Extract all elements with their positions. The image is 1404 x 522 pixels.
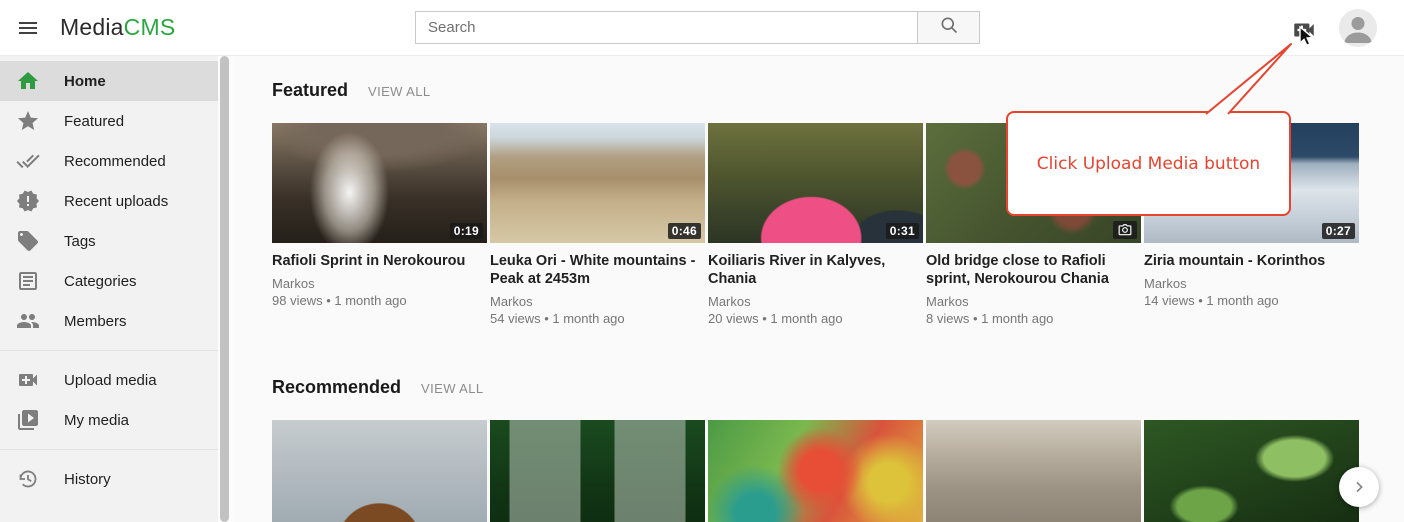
media-title[interactable]: Old bridge close to Rafioli sprint, Nero… bbox=[926, 252, 1141, 288]
home-icon bbox=[16, 69, 40, 93]
sidebar-item-label: Categories bbox=[64, 273, 137, 290]
video-thumbnail[interactable]: 0:46 bbox=[490, 123, 705, 243]
members-icon bbox=[16, 309, 40, 333]
media-card[interactable]: 0:46 Leuka Ori - White mountains - Peak … bbox=[490, 123, 705, 326]
video-thumbnail[interactable]: 0:31 bbox=[708, 123, 923, 243]
sidebar-item-home[interactable]: Home bbox=[0, 61, 218, 101]
sidebar-item-label: Recent uploads bbox=[64, 193, 168, 210]
media-card[interactable]: 0:19 Rafioli Sprint in Nerokourou Markos… bbox=[272, 123, 487, 326]
my-media-icon bbox=[16, 408, 40, 432]
sidebar-item-categories[interactable]: Categories bbox=[0, 261, 218, 301]
sidebar-item-label: Upload media bbox=[64, 372, 157, 389]
media-card[interactable]: 0:31 Koiliaris River in Kalyves, Chania … bbox=[708, 123, 923, 326]
video-thumbnail[interactable] bbox=[1144, 420, 1359, 522]
sidebar-item-tags[interactable]: Tags bbox=[0, 221, 218, 261]
recommended-grid bbox=[272, 420, 1359, 522]
media-title[interactable]: Koiliaris River in Kalyves, Chania bbox=[708, 252, 923, 288]
sidebar-item-recommended[interactable]: Recommended bbox=[0, 141, 218, 181]
video-thumbnail[interactable] bbox=[490, 420, 705, 522]
tutorial-callout: Click Upload Media button bbox=[1006, 111, 1291, 216]
media-title[interactable]: Ziria mountain - Korinthos bbox=[1144, 252, 1359, 270]
media-meta: 98 views • 1 month ago bbox=[272, 293, 487, 308]
media-title[interactable]: Leuka Ori - White mountains - Peak at 24… bbox=[490, 252, 705, 288]
camera-icon bbox=[1113, 221, 1137, 239]
sidebar-item-label: Tags bbox=[64, 233, 96, 250]
sidebar-item-my-media[interactable]: My media bbox=[0, 400, 218, 440]
media-meta: 20 views • 1 month ago bbox=[708, 311, 923, 326]
search-button[interactable] bbox=[917, 11, 980, 44]
media-author[interactable]: Markos bbox=[490, 294, 705, 309]
media-author[interactable]: Markos bbox=[272, 276, 487, 291]
sidebar-item-label: My media bbox=[64, 412, 129, 429]
view-all-featured-link[interactable]: VIEW ALL bbox=[368, 84, 430, 99]
sidebar-item-label: Home bbox=[64, 73, 106, 90]
sidebar-item-label: Members bbox=[64, 313, 127, 330]
duration-badge: 0:19 bbox=[450, 223, 483, 239]
video-thumbnail[interactable] bbox=[272, 420, 487, 522]
star-icon bbox=[16, 109, 40, 133]
sidebar-item-recent-uploads[interactable]: Recent uploads bbox=[0, 181, 218, 221]
media-meta: 54 views • 1 month ago bbox=[490, 311, 705, 326]
duration-badge: 0:31 bbox=[886, 223, 919, 239]
media-author[interactable]: Markos bbox=[708, 294, 923, 309]
video-thumbnail[interactable] bbox=[926, 420, 1141, 522]
sidebar-item-label: History bbox=[64, 471, 111, 488]
tag-icon bbox=[16, 229, 40, 253]
section-title-featured: Featured bbox=[272, 80, 348, 101]
scrollbar-thumb[interactable] bbox=[220, 56, 229, 522]
logo-cms: CMS bbox=[124, 14, 176, 40]
new-releases-icon bbox=[16, 189, 40, 213]
logo-media: Media bbox=[60, 14, 124, 40]
next-arrow-button[interactable] bbox=[1339, 467, 1379, 507]
history-icon bbox=[16, 467, 40, 491]
media-title[interactable]: Rafioli Sprint in Nerokourou bbox=[272, 252, 487, 270]
sidebar-scrollbar[interactable] bbox=[218, 56, 234, 522]
categories-icon bbox=[16, 269, 40, 293]
menu-icon[interactable] bbox=[15, 16, 41, 40]
callout-text: Click Upload Media button bbox=[1037, 154, 1260, 174]
media-meta: 14 views • 1 month ago bbox=[1144, 293, 1359, 308]
media-author[interactable]: Markos bbox=[1144, 276, 1359, 291]
sidebar-divider bbox=[0, 350, 218, 351]
sidebar-item-upload-media[interactable]: Upload media bbox=[0, 360, 218, 400]
sidebar-item-history[interactable]: History bbox=[0, 459, 218, 499]
duration-badge: 0:46 bbox=[668, 223, 701, 239]
done-all-icon bbox=[16, 149, 40, 173]
sidebar: Home Featured Recommended Recent uploads… bbox=[0, 56, 218, 522]
search-input[interactable] bbox=[415, 11, 917, 44]
duration-badge: 0:27 bbox=[1322, 223, 1355, 239]
sidebar-item-label: Recommended bbox=[64, 153, 166, 170]
sidebar-item-label: Featured bbox=[64, 113, 124, 130]
mouse-cursor bbox=[1298, 26, 1318, 48]
sidebar-divider bbox=[0, 449, 218, 450]
media-meta: 8 views • 1 month ago bbox=[926, 311, 1141, 326]
user-avatar[interactable] bbox=[1339, 9, 1377, 47]
app-logo[interactable]: MediaCMS bbox=[60, 14, 175, 41]
sidebar-item-members[interactable]: Members bbox=[0, 301, 218, 341]
video-thumbnail[interactable]: 0:19 bbox=[272, 123, 487, 243]
media-author[interactable]: Markos bbox=[926, 294, 1141, 309]
top-bar: MediaCMS bbox=[0, 0, 1404, 56]
upload-media-icon bbox=[16, 368, 40, 392]
search-icon bbox=[939, 15, 959, 40]
view-all-recommended-link[interactable]: VIEW ALL bbox=[421, 381, 483, 396]
sidebar-item-featured[interactable]: Featured bbox=[0, 101, 218, 141]
section-title-recommended: Recommended bbox=[272, 377, 401, 398]
video-thumbnail[interactable] bbox=[708, 420, 923, 522]
search-bar bbox=[415, 11, 980, 44]
